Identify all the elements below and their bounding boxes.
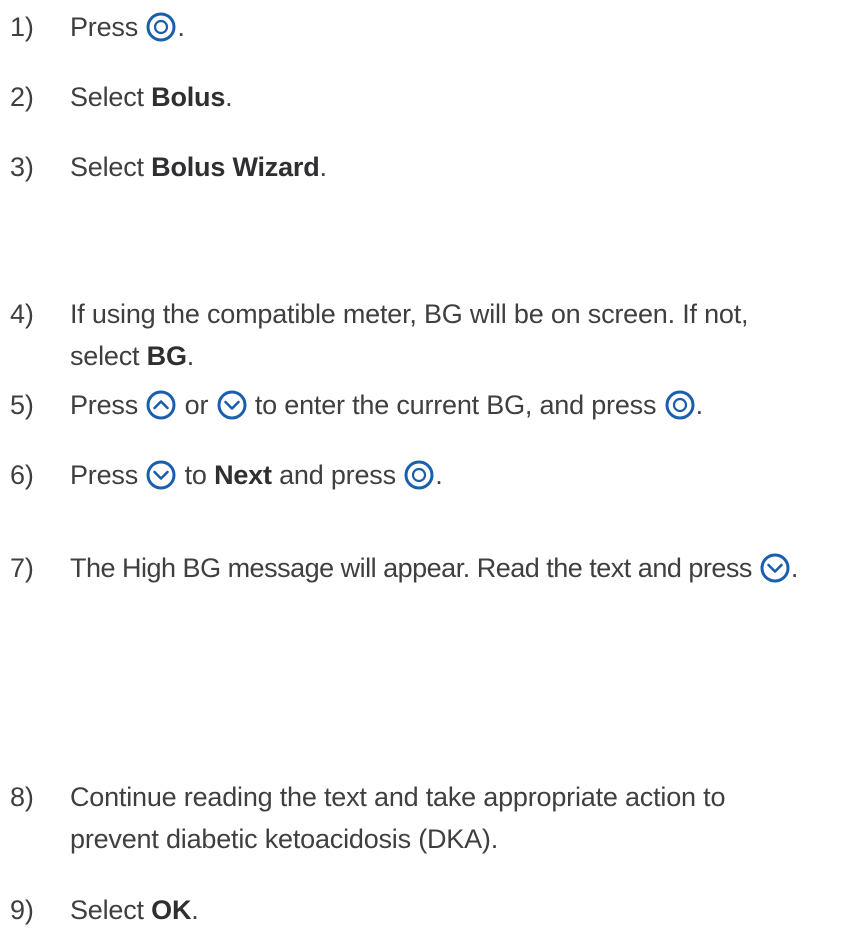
step-number: 1)	[10, 12, 34, 42]
step-text: Press or to enter the current BG, and pr…	[70, 390, 703, 420]
step-text: Select OK.	[70, 895, 199, 925]
step-text: If using the compatible meter, BG will b…	[70, 299, 749, 371]
step-number: 3)	[10, 152, 34, 182]
down-arrow-button-icon	[760, 553, 790, 583]
menu-term-bolus: Bolus	[151, 82, 226, 112]
step-number: 8)	[10, 782, 34, 812]
menu-term-next: Next	[214, 460, 272, 490]
step-number: 2)	[10, 82, 34, 112]
step-text: Continue reading the text and take appro…	[70, 782, 726, 854]
down-arrow-button-icon	[217, 390, 247, 420]
menu-term-bg: BG	[146, 341, 187, 371]
step-number: 4)	[10, 299, 34, 329]
step-number: 7)	[10, 553, 34, 583]
step-text: Press .	[70, 12, 185, 42]
step-text: Select Bolus Wizard.	[70, 152, 327, 182]
step-text: Select Bolus.	[70, 82, 233, 112]
menu-term-ok: OK	[151, 895, 192, 925]
select-button-icon	[146, 12, 176, 42]
step-number: 6)	[10, 460, 34, 490]
step-number: 5)	[10, 390, 34, 420]
select-button-icon	[665, 390, 695, 420]
down-arrow-button-icon	[146, 460, 176, 490]
up-arrow-button-icon	[146, 390, 176, 420]
step-text: The High BG message will appear. Read th…	[70, 553, 798, 583]
step-number: 9)	[10, 895, 34, 925]
select-button-icon	[404, 460, 434, 490]
menu-term-bolus-wizard: Bolus Wizard	[151, 152, 320, 182]
step-text: Press to Next and press .	[70, 460, 443, 490]
